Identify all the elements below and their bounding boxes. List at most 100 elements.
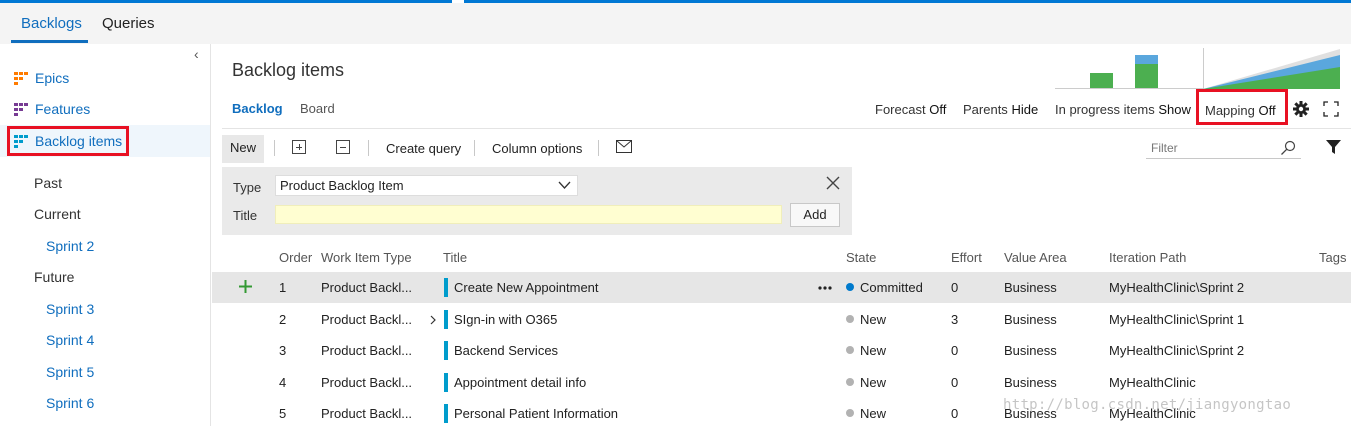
pivot-backlog[interactable]: Backlog (232, 101, 283, 116)
cell-title[interactable]: Backend Services (454, 343, 558, 358)
gear-icon[interactable] (1293, 101, 1309, 117)
table-row[interactable]: 1 Product Backl... Create New Appointmen… (212, 272, 1351, 303)
toolbar-separator (274, 140, 275, 156)
cell-effort: 0 (951, 280, 959, 295)
cell-state: Committed (846, 280, 923, 295)
nav-item-features[interactable]: Features (14, 101, 90, 117)
state-dot (846, 409, 854, 417)
cell-effort: 0 (951, 406, 959, 421)
funnel-icon[interactable] (1326, 140, 1341, 154)
cell-title[interactable]: SIgn-in with O365 (454, 312, 557, 327)
column-header-tags[interactable]: Tags (1319, 250, 1346, 265)
iteration-group-current[interactable]: Current (34, 206, 81, 222)
add-button[interactable]: Add (790, 203, 840, 227)
backlog-items-highlight-box (7, 126, 129, 156)
iteration-sprint-6[interactable]: Sprint 6 (46, 395, 94, 411)
new-item-button[interactable]: New (222, 135, 264, 163)
title-input[interactable] (275, 205, 782, 224)
mail-icon[interactable] (616, 140, 632, 153)
option-label: Forecast (875, 102, 926, 117)
cell-order: 2 (279, 312, 287, 327)
state-dot (846, 315, 854, 323)
toolbar-separator (598, 140, 599, 156)
cell-order: 4 (279, 375, 287, 390)
close-icon[interactable] (826, 176, 840, 190)
column-header-order[interactable]: Order (279, 250, 312, 265)
cell-state: New (846, 343, 886, 358)
pbi-color-bar (444, 341, 448, 360)
column-header-work-item-type[interactable]: Work Item Type (321, 250, 412, 265)
option-forecast[interactable]: Forecast Off (875, 102, 946, 117)
cell-value-area: Business (1004, 343, 1057, 358)
cell-iteration-path: MyHealthClinic (1109, 375, 1196, 390)
plus-icon[interactable] (239, 280, 252, 293)
hub-tab-backlogs[interactable]: Backlogs (21, 15, 82, 32)
iteration-sprint-4[interactable]: Sprint 4 (46, 332, 94, 348)
state-label: New (860, 375, 887, 390)
state-label: Committed (860, 280, 923, 295)
table-row[interactable]: 3 Product Backl... Backend Services New … (212, 335, 1351, 366)
column-options-button[interactable]: Column options (492, 141, 582, 156)
option-in-progress-items[interactable]: In progress items Show (1055, 102, 1191, 117)
fullscreen-icon[interactable] (1323, 101, 1339, 117)
iteration-sprint-2[interactable]: Sprint 2 (46, 238, 94, 254)
pivot-board[interactable]: Board (300, 101, 335, 116)
table-row[interactable]: 4 Product Backl... Appointment detail in… (212, 367, 1351, 398)
search-icon[interactable] (1280, 140, 1296, 156)
option-label: In progress items (1055, 102, 1155, 117)
nav-item-label: Epics (35, 70, 70, 86)
velocity-bar-planned (1135, 55, 1158, 64)
collapse-all-icon[interactable] (336, 140, 350, 154)
nav-item-epics[interactable]: Epics (14, 70, 69, 86)
hub-tab-queries[interactable]: Queries (102, 15, 155, 32)
iteration-sprint-3[interactable]: Sprint 3 (46, 301, 94, 317)
chevron-right-icon[interactable] (430, 315, 436, 325)
page-title: Backlog items (232, 60, 345, 80)
cell-order: 5 (279, 406, 287, 421)
option-label: Parents (963, 102, 1008, 117)
velocity-mini-chart[interactable] (1055, 48, 1203, 90)
pbi-color-bar (444, 404, 448, 423)
cell-value-area: Business (1004, 375, 1057, 390)
column-header-effort[interactable]: Effort (951, 250, 982, 265)
collapse-pane-button[interactable]: ‹ (194, 46, 199, 62)
iteration-group-past[interactable]: Past (34, 175, 62, 191)
filter-input[interactable] (1146, 138, 1276, 158)
cell-title[interactable]: Appointment detail info (454, 375, 586, 390)
cell-effort: 0 (951, 343, 959, 358)
title-label: Title (233, 208, 258, 223)
iteration-sprint-5[interactable]: Sprint 5 (46, 364, 94, 380)
column-header-value-area[interactable]: Value Area (1004, 250, 1067, 265)
cell-work-item-type: Product Backl... (321, 406, 413, 421)
column-header-state[interactable]: State (846, 250, 876, 265)
type-label: Type (233, 180, 262, 195)
option-value: Off (929, 102, 947, 117)
cumulative-flow-mini-chart[interactable] (1203, 48, 1340, 90)
table-row[interactable]: 2 Product Backl... SIgn-in with O365 New… (212, 304, 1351, 335)
cell-work-item-type: Product Backl... (321, 312, 413, 327)
create-query-button[interactable]: Create query (386, 141, 461, 156)
state-dot (846, 346, 854, 354)
cell-effort: 3 (951, 312, 959, 327)
ellipsis-icon[interactable] (818, 286, 832, 290)
state-label: New (860, 312, 887, 327)
pbi-color-bar (444, 373, 448, 392)
cell-order: 1 (279, 280, 287, 295)
feature-icon (14, 102, 28, 116)
hub-tab-active-underline (11, 40, 88, 43)
expand-all-icon[interactable] (292, 140, 306, 154)
option-parents[interactable]: Parents Hide (963, 102, 1038, 117)
cell-title[interactable]: Personal Patient Information (454, 406, 618, 421)
toolbar-separator (474, 140, 475, 156)
column-header-title[interactable]: Title (443, 250, 467, 265)
cell-title[interactable]: Create New Appointment (454, 280, 599, 295)
column-header-iteration-path[interactable]: Iteration Path (1109, 250, 1186, 265)
cell-effort: 0 (951, 375, 959, 390)
pbi-color-bar (444, 310, 448, 329)
velocity-bar (1135, 64, 1158, 88)
work-item-type-select[interactable]: Product Backlog Item (275, 175, 578, 196)
cell-order: 3 (279, 343, 287, 358)
iteration-group-future[interactable]: Future (34, 269, 74, 285)
epic-icon (14, 71, 28, 85)
state-label: New (860, 343, 887, 358)
